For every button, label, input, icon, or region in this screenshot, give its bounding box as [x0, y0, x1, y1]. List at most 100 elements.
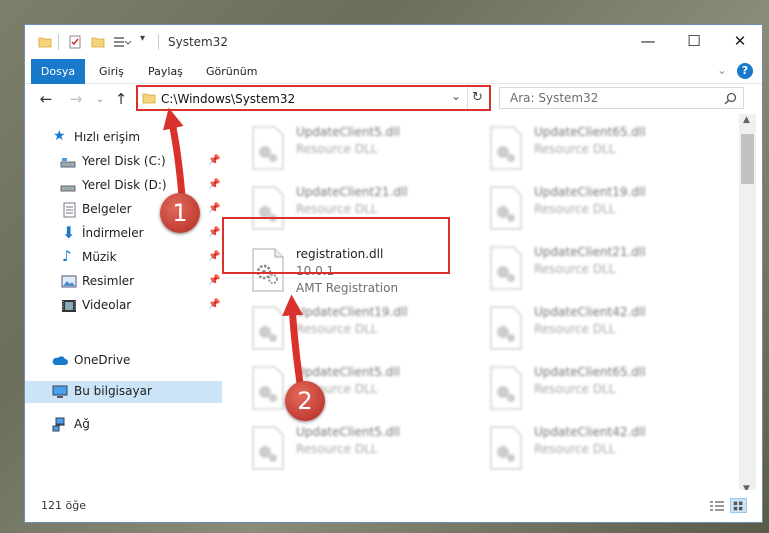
cloud-icon	[52, 356, 68, 365]
file-item[interactable]: UpdateClient5.dll Resource DLL	[247, 422, 477, 478]
nav-network[interactable]: Ağ	[25, 414, 222, 436]
maximize-button[interactable]: ☐	[671, 25, 717, 57]
computer-icon	[52, 385, 68, 398]
file-item[interactable]: UpdateClient19.dll Resource DLL	[485, 182, 715, 238]
callout-badge-1: 1	[160, 193, 200, 233]
dll-file-icon	[252, 426, 284, 470]
chevron-down-icon: ⌄	[95, 93, 105, 105]
dll-file-icon	[490, 306, 522, 350]
address-row: ← → ⌄ ↑ C:\Windows\System32 ⌄ ↻ Ara: Sys…	[25, 84, 762, 114]
nav-label: Müzik	[82, 250, 117, 264]
pin-icon[interactable]: 📌	[208, 179, 220, 190]
up-button[interactable]: ↑	[112, 90, 130, 108]
search-icon	[724, 92, 737, 105]
file-type: Resource DLL	[296, 142, 378, 156]
navigation-pane: ★ Hızlı erişim Yerel Disk (C:) 📌 Yerel D…	[25, 114, 222, 490]
chevron-down-icon[interactable]: ▾	[140, 33, 145, 44]
nav-label: Resimler	[82, 274, 135, 288]
file-name: UpdateClient5.dll	[296, 425, 400, 439]
item-count: 121 öğe	[41, 499, 86, 512]
nav-this-pc[interactable]: Bu bilgisayar	[25, 381, 222, 403]
file-item[interactable]: UpdateClient65.dll Resource DLL	[485, 122, 715, 178]
pin-icon[interactable]: 📌	[208, 251, 220, 262]
file-type: Resource DLL	[534, 442, 616, 456]
nav-item-drive-c[interactable]: Yerel Disk (C:) 📌	[25, 151, 222, 173]
nav-quick-access[interactable]: ★ Hızlı erişim	[25, 127, 222, 149]
maximize-icon: ☐	[687, 32, 701, 50]
videos-icon	[62, 300, 76, 312]
divider	[158, 34, 159, 50]
downloads-icon: ⬇	[62, 223, 76, 242]
tab-share[interactable]: Paylaş	[138, 59, 193, 84]
network-icon	[52, 417, 65, 432]
vertical-scrollbar[interactable]: ▲ ▼	[739, 114, 756, 497]
file-name: UpdateClient42.dll	[534, 305, 646, 319]
address-path: C:\Windows\System32	[161, 92, 296, 106]
details-view-icon[interactable]	[709, 500, 725, 512]
tab-view[interactable]: Görünüm	[196, 59, 267, 84]
file-item[interactable]: UpdateClient42.dll Resource DLL	[485, 302, 715, 358]
close-button[interactable]: ✕	[717, 25, 762, 57]
dll-file-icon	[252, 126, 284, 170]
nav-item-music[interactable]: ♪ Müzik 📌	[25, 247, 222, 269]
file-item[interactable]: UpdateClient42.dll Resource DLL	[485, 422, 715, 478]
file-type: Resource DLL	[296, 442, 378, 456]
file-name: UpdateClient42.dll	[534, 425, 646, 439]
back-button[interactable]: ←	[37, 90, 55, 108]
pin-icon[interactable]: 📌	[208, 155, 220, 166]
pin-icon[interactable]: 📌	[208, 299, 220, 310]
tiles-view-icon[interactable]	[730, 498, 747, 513]
forward-button[interactable]: →	[67, 90, 85, 108]
customize-toolbar-icon[interactable]	[113, 35, 131, 49]
file-item[interactable]: UpdateClient19.dll Resource DLL	[247, 302, 477, 358]
tab-file[interactable]: Dosya	[31, 59, 85, 84]
callout-badge-2: 2	[285, 381, 325, 421]
file-item-registration[interactable]: registration.dll 10.0.1 AMT Registration	[247, 244, 477, 300]
file-type: Resource DLL	[534, 262, 616, 276]
file-name: UpdateClient65.dll	[534, 125, 646, 139]
tab-home[interactable]: Giriş	[89, 59, 134, 84]
file-item[interactable]: UpdateClient5.dll Resource DLL	[247, 362, 477, 418]
file-type: Resource DLL	[534, 322, 616, 336]
explorer-window: ▾ System32 — ☐ ✕ Dosya Giriş Paylaş Görü…	[24, 24, 763, 523]
minimize-button[interactable]: —	[625, 25, 671, 57]
nav-item-pictures[interactable]: Resimler 📌	[25, 271, 222, 293]
pin-icon[interactable]: 📌	[208, 227, 220, 238]
pin-icon[interactable]: 📌	[208, 275, 220, 286]
address-bar[interactable]: C:\Windows\System32 ⌄ ↻	[136, 85, 491, 111]
nav-label: OneDrive	[74, 353, 131, 367]
dll-file-icon	[490, 246, 522, 290]
file-item[interactable]: UpdateClient5.dll Resource DLL	[247, 122, 477, 178]
properties-icon[interactable]	[68, 35, 82, 49]
file-item[interactable]: UpdateClient65.dll Resource DLL	[485, 362, 715, 418]
drive-icon	[60, 158, 76, 168]
pictures-icon	[61, 275, 77, 288]
new-folder-icon[interactable]	[91, 35, 105, 49]
file-version: 10.0.1	[296, 264, 335, 278]
nav-label: Ağ	[74, 417, 90, 431]
file-item[interactable]: UpdateClient21.dll Resource DLL	[247, 182, 477, 238]
scroll-up-icon[interactable]: ▲	[743, 115, 750, 125]
help-icon[interactable]: ?	[737, 63, 753, 79]
scrollbar-thumb[interactable]	[741, 134, 754, 184]
chevron-down-icon[interactable]: ⌄	[451, 89, 461, 103]
drive-icon	[60, 185, 76, 192]
chevron-down-icon[interactable]: ⌄	[717, 63, 727, 77]
documents-icon	[63, 202, 76, 218]
file-item[interactable]: UpdateClient21.dll Resource DLL	[485, 242, 715, 298]
recent-locations-button[interactable]: ⌄	[91, 90, 109, 108]
file-type: Resource DLL	[296, 202, 378, 216]
file-type: Resource DLL	[534, 202, 616, 216]
nav-onedrive[interactable]: OneDrive	[25, 350, 222, 372]
nav-item-videos[interactable]: Videolar 📌	[25, 295, 222, 317]
nav-item-drive-d[interactable]: Yerel Disk (D:) 📌	[25, 175, 222, 197]
search-input[interactable]: Ara: System32	[499, 87, 744, 109]
file-name: UpdateClient65.dll	[534, 365, 646, 379]
minimize-icon: —	[640, 32, 656, 50]
title-bar: ▾ System32 — ☐ ✕	[25, 25, 762, 59]
refresh-icon[interactable]: ↻	[472, 90, 483, 105]
nav-label: Yerel Disk (D:)	[82, 178, 167, 192]
pin-icon[interactable]: 📌	[208, 203, 220, 214]
dll-file-icon	[252, 306, 284, 350]
file-type: Resource DLL	[534, 382, 616, 396]
